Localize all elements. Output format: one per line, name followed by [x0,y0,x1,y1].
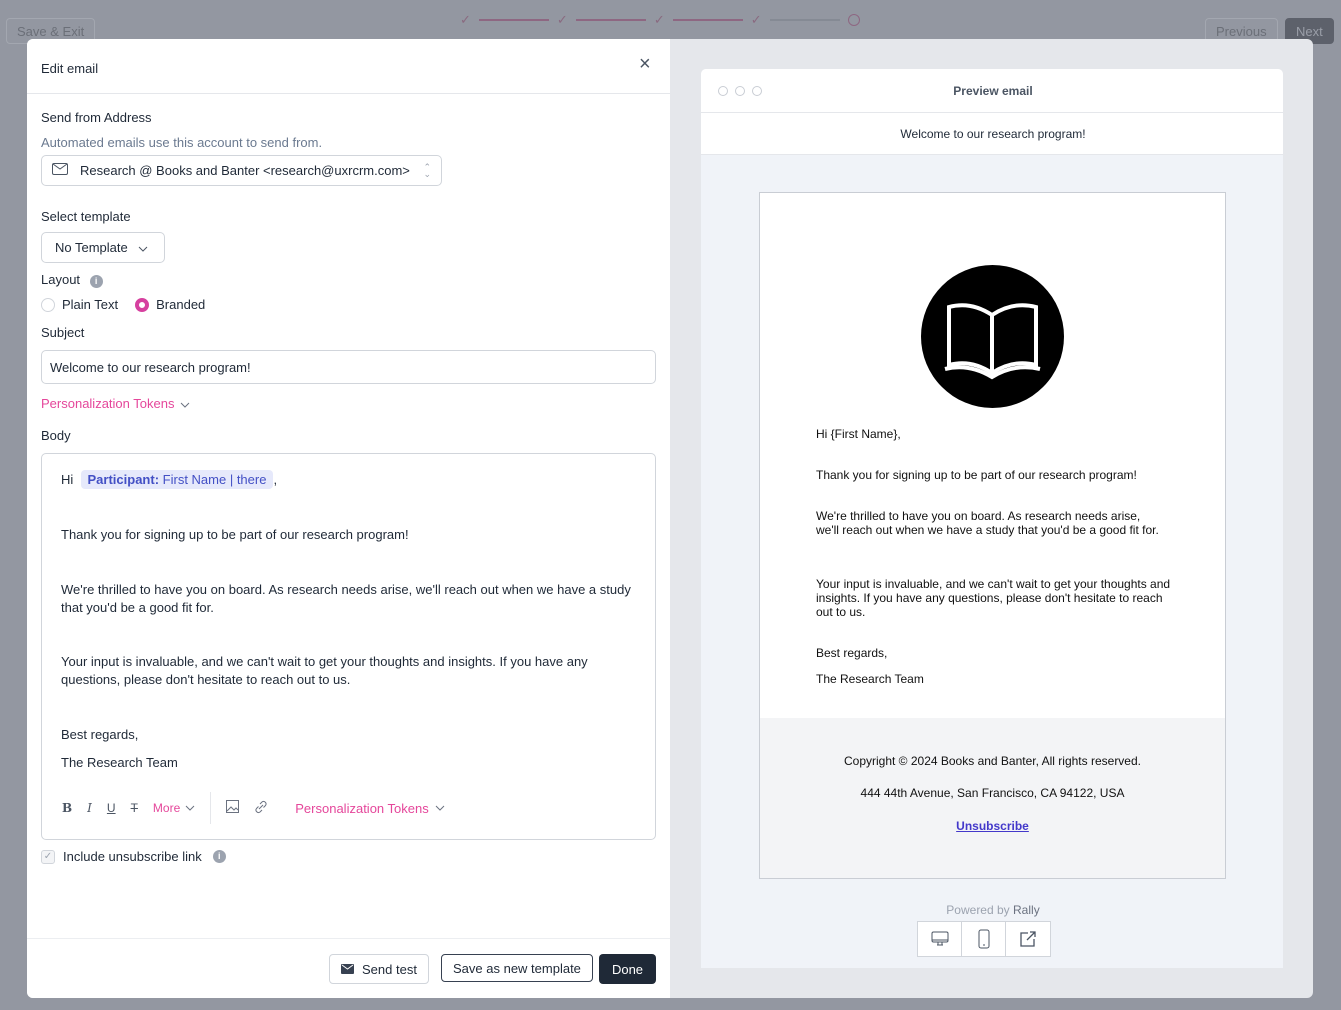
greeting-line: Hi Participant: First Name | there, [61,470,278,489]
powered-by: Powered by Rally [946,903,1040,917]
step-circle-icon [847,14,860,26]
chevron-down-icon [138,240,148,255]
progress-steps: ✓ ✓ ✓ ✓ [460,12,860,28]
link-icon[interactable] [254,800,268,817]
edit-panel: Edit email × Send from Address Automated… [27,39,670,998]
preview-paragraph: Thank you for signing up to be part of o… [816,468,1137,482]
clear-format-button[interactable]: T [131,801,138,815]
bold-button[interactable]: B [62,801,72,815]
from-help: Automated emails use this account to sen… [41,135,323,150]
address-text: 444 44th Avenue, San Francisco, CA 94122… [860,786,1125,800]
unsubscribe-link[interactable]: Unsubscribe [760,819,1225,833]
preview-paragraph: Your input is invaluable, and we can't w… [816,577,1171,619]
info-icon[interactable]: i [212,850,226,863]
preview-paragraph: Best regards, [816,646,888,660]
template-label: Select template [41,209,131,224]
body-paragraph: We're thrilled to have you on board. As … [61,582,631,615]
from-address-select[interactable]: Research @ Books and Banter <research@ux… [41,155,442,186]
branded-radio[interactable] [135,297,150,312]
template-select[interactable]: No Template [41,232,165,263]
layout-radio-group: Plain Text Branded [41,297,205,312]
done-button[interactable]: Done [599,954,656,984]
envelope-icon [52,163,68,178]
check-icon: ✓ [556,12,568,27]
toolbar-personalization-tokens[interactable]: Personalization Tokens [295,801,445,816]
plain-text-label: Plain Text [62,297,119,312]
preview-greeting: Hi {First Name}, [816,427,901,441]
editor-toolbar: B I U T More Personalization Tokens [62,792,445,824]
from-label: Send from Address [41,110,152,125]
chevron-updown-icon: ⌃ ⌄ [423,161,431,179]
body-paragraph: Your input is invaluable, and we can't w… [61,654,588,687]
edit-email-modal: Edit email × Send from Address Automated… [27,39,1313,998]
body-editor[interactable]: Hi Participant: First Name | there, Than… [41,453,656,840]
unsubscribe-checkbox[interactable]: ✓ [41,849,55,864]
preview-paragraph: The Research Team [816,672,924,686]
preview-header: Preview email [701,69,1283,113]
italic-button[interactable]: I [87,801,92,815]
more-dropdown[interactable]: More [153,801,195,815]
personalization-tokens-dropdown[interactable]: Personalization Tokens [41,396,190,411]
close-icon[interactable]: × [639,53,651,76]
body-label: Body [41,428,71,443]
template-value: No Template [55,240,128,255]
preview-subject: Welcome to our research program! [701,113,1283,155]
check-icon: ✓ [750,12,762,27]
open-external-button[interactable] [1006,922,1050,956]
from-address-value: Research @ Books and Banter <research@ux… [80,163,410,178]
subject-label: Subject [41,325,85,340]
preview-paragraph: We're thrilled to have you on board. As … [816,509,1159,537]
save-template-button[interactable]: Save as new template [441,954,593,982]
copyright-text: Copyright © 2024 Books and Banter, All r… [843,754,1141,768]
modal-title: Edit email [41,61,99,76]
envelope-icon [341,962,354,977]
chevron-down-icon [180,396,190,411]
email-card: Hi {First Name}, Thank you for signing u… [759,192,1226,879]
participant-token[interactable]: Participant: First Name | there [80,470,274,489]
body-paragraph: Best regards, [61,727,139,742]
body-paragraph: The Research Team [61,755,178,770]
info-icon[interactable]: i [89,275,103,288]
layout-label: Layout i [41,272,103,288]
body-paragraph: Thank you for signing up to be part of o… [61,527,409,542]
image-icon[interactable] [226,800,240,816]
device-toggle [917,921,1051,957]
plain-text-radio[interactable] [41,297,55,312]
book-logo [921,265,1064,408]
unsubscribe-row: ✓ Include unsubscribe link i [41,849,226,864]
email-footer: Copyright © 2024 Books and Banter, All r… [760,718,1225,878]
check-icon: ✓ [460,12,471,27]
branded-label: Branded [156,297,206,312]
email-preview: Preview email Welcome to our research pr… [700,68,1284,969]
unsubscribe-label: Include unsubscribe link [63,849,202,864]
mobile-view-button[interactable] [962,922,1006,956]
underline-button[interactable]: U [107,801,116,815]
preview-title: Preview email [953,84,1033,98]
check-icon: ✓ [653,12,665,27]
send-test-button[interactable]: Send test [329,954,429,984]
desktop-view-button[interactable] [918,922,962,956]
subject-input[interactable]: Welcome to our research program! [41,350,656,384]
